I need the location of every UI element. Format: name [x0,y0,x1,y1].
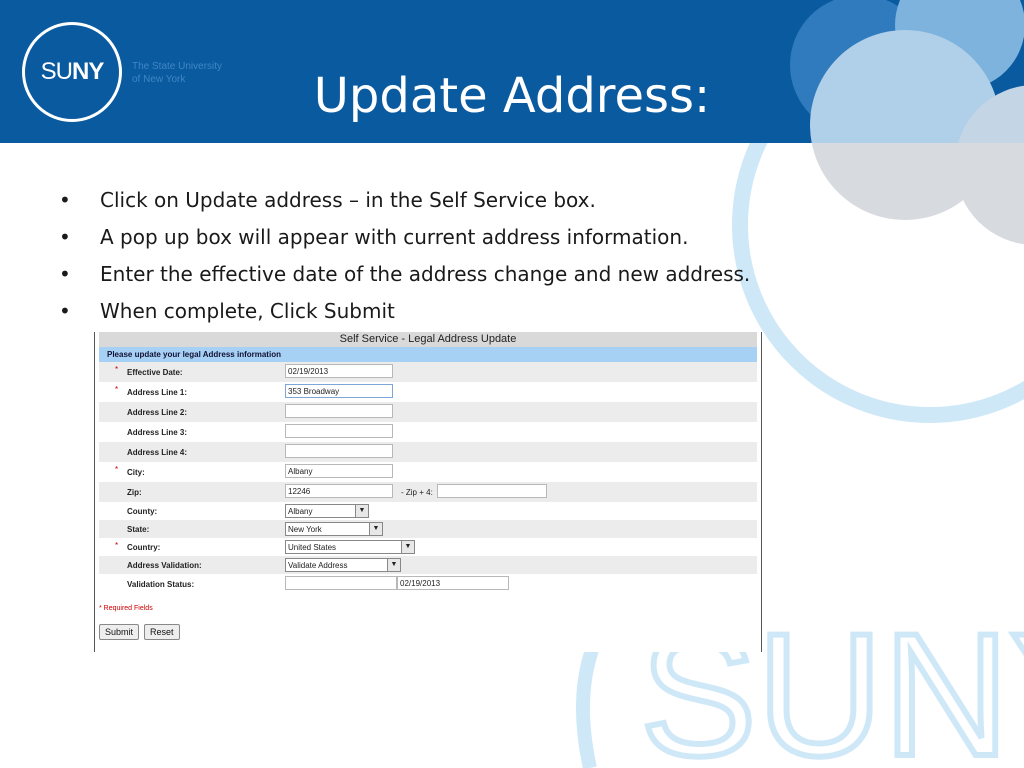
zip-plus4-label: - Zip + 4: [401,488,433,497]
address-line1-row: * Address Line 1: 353 Broadway [99,382,757,402]
validation-status-label: Validation Status: [127,580,195,589]
city-label: City: [127,468,145,477]
required-fields-note: * Required Fields [99,605,153,612]
slide-title: Update Address: [313,68,711,124]
required-marker: * [115,465,119,474]
state-row: State: New York ▼ [99,520,757,538]
address-validation-select[interactable]: Validate Address ▼ [285,558,401,572]
address-line1-field[interactable]: 353 Broadway [285,384,393,398]
address-line4-row: Address Line 4: [99,442,757,462]
chevron-down-icon: ▼ [401,541,414,553]
zip-label: Zip: [127,488,142,497]
state-label: State: [127,525,150,534]
address-line3-field[interactable] [285,424,393,438]
zip-row: Zip: 12246 - Zip + 4: [99,482,757,502]
bullet-item: • Click on Update address – in the Self S… [55,185,750,222]
required-marker: * [115,385,119,394]
bullet-icon: • [59,262,71,286]
county-label: County: [127,507,158,516]
country-row: * Country: United States ▼ [99,538,757,556]
address-line2-row: Address Line 2: [99,402,757,422]
address-line2-field[interactable] [285,404,393,418]
validation-date-field: 02/19/2013 [397,576,509,590]
country-select[interactable]: United States ▼ [285,540,415,554]
required-marker: * [115,541,119,550]
bullet-icon: • [59,299,71,323]
address-validation-label: Address Validation: [127,561,202,570]
address-line3-label: Address Line 3: [127,428,188,437]
address-line4-field[interactable] [285,444,393,458]
bullet-item: • A pop up box will appear with current a… [55,222,750,259]
validation-status-row: Validation Status: 02/19/2013 [99,574,757,594]
form-subheader: Please update your legal Address informa… [99,347,757,362]
header-band: SUNY The State University of New York Up… [0,0,1024,143]
required-marker: * [115,365,119,374]
chevron-down-icon: ▼ [355,505,368,517]
chevron-down-icon: ▼ [369,523,382,535]
address-line1-label: Address Line 1: [127,388,188,397]
city-field[interactable]: Albany [285,464,393,478]
effective-date-field[interactable]: 02/19/2013 [285,364,393,378]
address-line4-label: Address Line 4: [127,448,188,457]
zip-plus4-field[interactable] [437,484,547,498]
zip-field[interactable]: 12246 [285,484,393,498]
bullet-item: • When complete, Click Submit [55,296,750,333]
reset-button[interactable]: Reset [144,624,180,640]
county-select[interactable]: Albany ▼ [285,504,369,518]
state-select[interactable]: New York ▼ [285,522,383,536]
address-line2-label: Address Line 2: [127,408,188,417]
address-validation-row: Address Validation: Validate Address ▼ [99,556,757,574]
city-row: * City: Albany [99,462,757,482]
submit-button[interactable]: Submit [99,624,140,640]
form-title: Self Service - Legal Address Update [99,332,757,347]
country-label: Country: [127,543,161,552]
instruction-list: • Click on Update address – in the Self S… [55,185,750,333]
address-update-form: Self Service - Legal Address Update Plea… [94,332,762,652]
effective-date-row: * Effective Date: 02/19/2013 [99,362,757,382]
address-line3-row: Address Line 3: [99,422,757,442]
bullet-icon: • [59,225,71,249]
effective-date-label: Effective Date: [127,368,183,377]
county-row: County: Albany ▼ [99,502,757,520]
bullet-icon: • [59,188,71,212]
validation-status-field [285,576,397,590]
bullet-item: • Enter the effective date of the address… [55,259,750,296]
chevron-down-icon: ▼ [387,559,400,571]
